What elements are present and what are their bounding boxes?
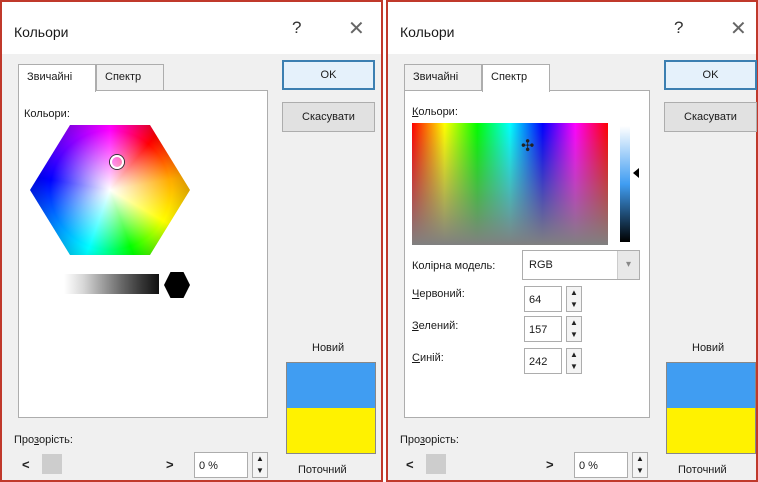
colors-dialog-spectrum: Кольори ? ✕ Звичайні Спектр Кольори: ✣ К… [386,0,758,482]
spin-up-icon[interactable]: ▲ [633,453,647,465]
spin-down-icon[interactable]: ▼ [567,299,581,311]
hexagon-shade [30,125,190,255]
blue-spin-buttons[interactable]: ▲ ▼ [566,348,582,374]
spin-down-icon[interactable]: ▼ [633,465,647,477]
spin-up-icon[interactable]: ▲ [567,349,581,361]
crosshair-icon: ✣ [521,138,535,155]
transparency-spinner[interactable]: 0 % ▲ ▼ [194,452,274,478]
ok-button[interactable]: OK [282,60,375,90]
spin-up-icon[interactable]: ▲ [567,317,581,329]
luminance-slider[interactable] [620,126,630,242]
transparency-spin-buttons[interactable]: ▲ ▼ [632,452,648,478]
luminance-arrow-icon[interactable] [633,168,639,178]
color-hexagon[interactable] [30,125,190,255]
green-spinner[interactable]: 157 ▲ ▼ [524,316,586,342]
new-color-swatch [666,362,756,408]
spectrum-picker[interactable] [412,123,608,245]
dialog-title: Кольори [400,24,455,40]
color-model-select[interactable]: RGB ▾ [522,250,640,280]
cancel-button[interactable]: Скасувати [664,102,757,132]
tab-spectrum[interactable]: Спектр [482,64,550,92]
red-input[interactable]: 64 [524,286,562,312]
help-button[interactable]: ? [674,18,683,38]
dialog-title: Кольори [14,24,69,40]
green-label: Зелений: [412,320,459,332]
tab-standard[interactable]: Звичайні [404,64,482,90]
blue-input[interactable]: 242 [524,348,562,374]
color-model-value: RGB [529,259,553,271]
scroll-right-icon[interactable]: > [546,457,554,472]
spin-down-icon[interactable]: ▼ [253,465,267,477]
colors-label: Кольори: [24,108,70,120]
green-input[interactable]: 157 [524,316,562,342]
spin-down-icon[interactable]: ▼ [567,361,581,373]
current-color-swatch [286,408,376,454]
chevron-down-icon[interactable]: ▾ [617,251,639,279]
scroll-right-icon[interactable]: > [166,457,174,472]
transparency-slider[interactable]: < > [404,452,574,478]
current-color-label: Поточний [678,464,727,476]
current-color-label: Поточний [298,464,347,476]
help-button[interactable]: ? [292,18,301,38]
spin-up-icon[interactable]: ▲ [567,287,581,299]
scroll-left-icon[interactable]: < [22,457,30,472]
new-color-label: Новий [692,342,725,354]
transparency-spin-buttons[interactable]: ▲ ▼ [252,452,268,478]
colors-label: Кольори: [412,106,458,118]
new-color-label: Новий [312,342,345,354]
spin-up-icon[interactable]: ▲ [253,453,267,465]
transparency-label: Прозорість: [14,434,73,446]
scroll-left-icon[interactable]: < [406,457,414,472]
red-label: Червоний: [412,288,465,300]
blue-spinner[interactable]: 242 ▲ ▼ [524,348,586,374]
close-button[interactable]: ✕ [730,16,747,41]
close-button[interactable]: ✕ [348,16,365,41]
new-color-swatch [286,362,376,408]
colors-dialog-standard: Кольори ? ✕ Звичайні Спектр Кольори: OK … [0,0,383,482]
tab-standard[interactable]: Звичайні [18,64,96,92]
red-spin-buttons[interactable]: ▲ ▼ [566,286,582,312]
spin-down-icon[interactable]: ▼ [567,329,581,341]
cancel-button[interactable]: Скасувати [282,102,375,132]
transparency-spinner[interactable]: 0 % ▲ ▼ [574,452,654,478]
current-color-swatch [666,408,756,454]
slider-thumb[interactable] [426,454,446,474]
red-spinner[interactable]: 64 ▲ ▼ [524,286,586,312]
transparency-slider[interactable]: < > [20,452,190,478]
selected-color-marker [110,155,124,169]
blue-label: Синій: [412,352,444,364]
green-spin-buttons[interactable]: ▲ ▼ [566,316,582,342]
color-model-label: Колірна модель: [412,260,496,272]
slider-thumb[interactable] [42,454,62,474]
grayscale-swatches[interactable] [64,274,159,294]
title-bar: Кольори ? ✕ [2,2,381,54]
ok-button[interactable]: OK [664,60,757,90]
transparency-input[interactable]: 0 % [574,452,628,478]
transparency-label: Прозорість: [400,434,459,446]
tab-spectrum[interactable]: Спектр [96,64,164,90]
title-bar: Кольори ? ✕ [388,2,756,54]
transparency-input[interactable]: 0 % [194,452,248,478]
